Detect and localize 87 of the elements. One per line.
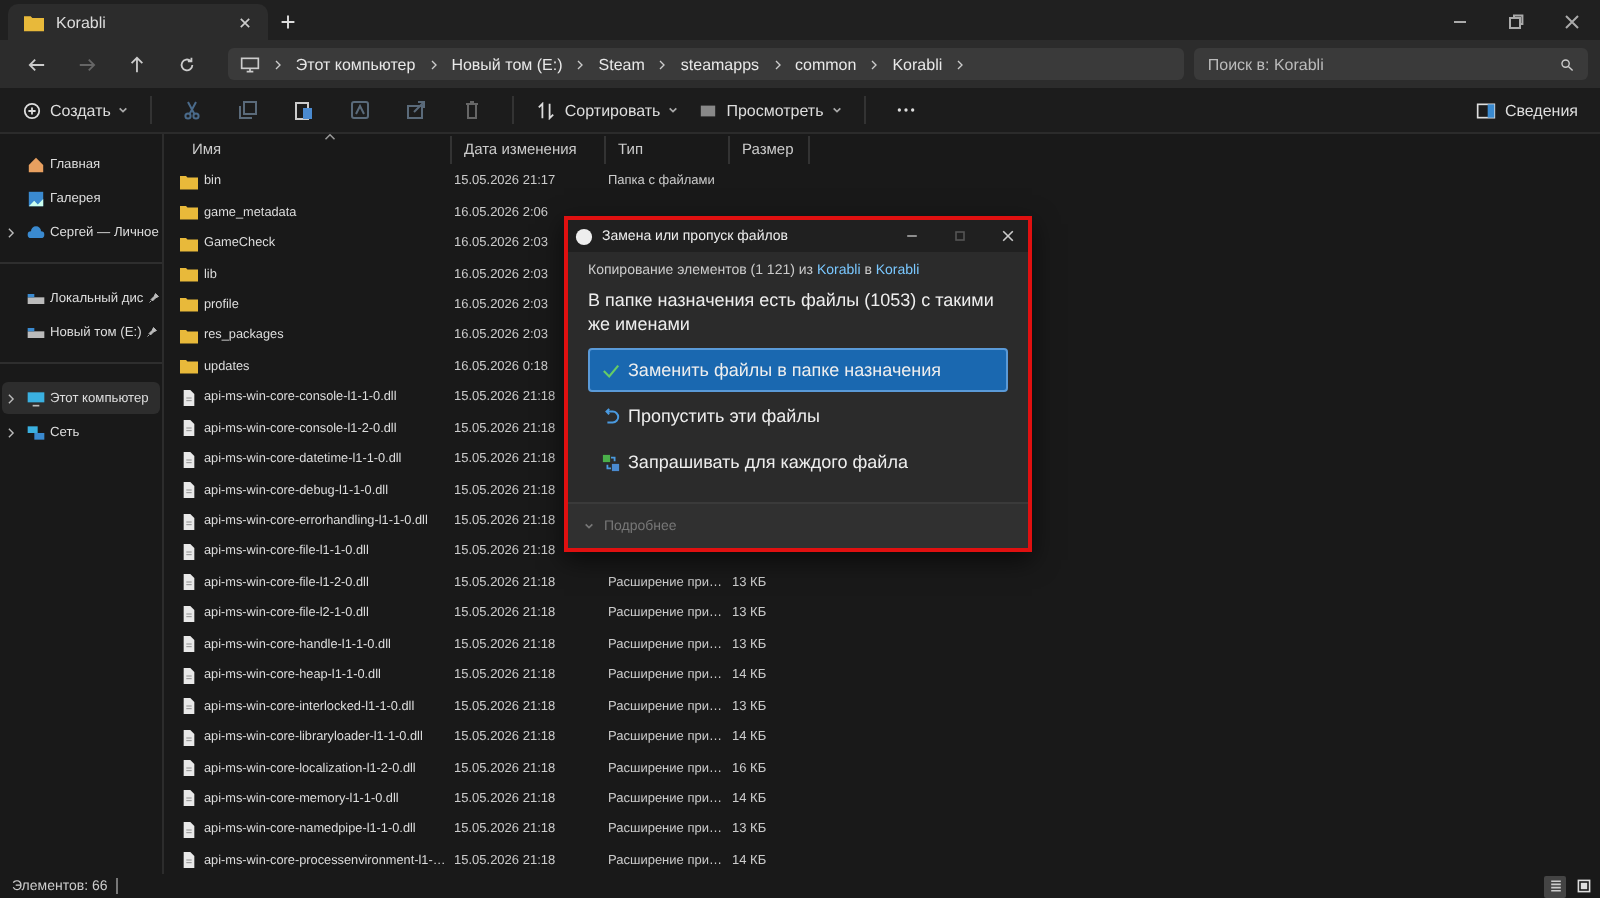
details-view-button[interactable] — [1544, 875, 1566, 897]
details-pane-button[interactable]: Сведения — [1466, 95, 1588, 125]
conflict-option[interactable]: Пропустить эти файлы — [588, 394, 1008, 438]
file-icon — [180, 451, 198, 468]
forward-arrow-icon[interactable] — [77, 55, 96, 73]
breadcrumb-item[interactable]: Steam — [598, 55, 645, 73]
window-tab[interactable]: Korabli — [8, 4, 268, 40]
file-icon — [180, 852, 198, 869]
caret-icon — [831, 106, 842, 114]
file-icon — [180, 790, 198, 807]
monitor-icon — [239, 55, 260, 73]
chevron-icon — [870, 57, 879, 71]
add-tab-icon[interactable] — [280, 14, 296, 30]
list-icon — [1547, 878, 1563, 894]
dialog-app-icon — [574, 227, 594, 245]
breadcrumb-item[interactable]: steamapps — [680, 55, 760, 73]
rename-icon[interactable] — [350, 100, 371, 120]
file-icon — [180, 605, 198, 622]
new-button[interactable]: Создать — [12, 95, 139, 125]
refresh-icon[interactable] — [177, 55, 196, 73]
search-icon — [1560, 57, 1575, 71]
search-field[interactable]: Поиск в: Korabli — [1193, 48, 1589, 80]
chevron-icon[interactable] — [956, 57, 965, 71]
cut-icon[interactable] — [182, 100, 203, 120]
picture-frame-icon — [26, 189, 46, 207]
file-icon — [180, 389, 198, 406]
file-icon — [180, 636, 198, 653]
close-icon[interactable] — [1562, 12, 1582, 32]
file-icon — [180, 513, 198, 530]
conflict-option[interactable]: Заменить файлы в папке назначения — [588, 348, 1008, 392]
file-icon — [180, 574, 198, 591]
expand-chevron-icon[interactable] — [6, 225, 16, 239]
copy-icon[interactable] — [238, 100, 259, 120]
breadcrumb-item[interactable]: common — [795, 55, 857, 73]
list-view-icon — [698, 101, 719, 119]
swap-files-icon — [602, 453, 620, 471]
breadcrumb-item[interactable]: Этот компьютер — [295, 55, 416, 73]
expand-chevron-icon[interactable] — [6, 425, 16, 439]
sort-button[interactable]: Сортировать — [526, 95, 689, 125]
drive-icon — [26, 323, 46, 341]
close-icon[interactable] — [238, 15, 252, 29]
monitor-icon — [26, 389, 46, 407]
restore-icon[interactable] — [1506, 12, 1526, 32]
chevron-icon — [429, 57, 438, 71]
file-icon — [180, 543, 198, 560]
chevron-icon — [584, 522, 594, 530]
tile-icon — [1575, 878, 1591, 894]
panel-icon — [1476, 101, 1497, 119]
expand-chevron-icon[interactable] — [6, 391, 16, 405]
address-bar[interactable]: Этот компьютер Новый том (E:) Steam steamapps common Korabli — [227, 48, 1184, 80]
share-icon[interactable] — [406, 100, 427, 120]
file-icon — [180, 420, 198, 437]
cloud-icon — [26, 223, 46, 241]
file-icon — [180, 760, 198, 777]
pin-icon — [145, 326, 158, 338]
paste-icon[interactable] — [294, 100, 315, 120]
breadcrumb-item[interactable]: Новый том (E:) — [451, 55, 563, 73]
chevron-icon — [273, 57, 282, 71]
file-icon — [180, 729, 198, 746]
checkmark-icon — [602, 361, 620, 379]
view-button[interactable]: Просмотреть — [688, 95, 852, 125]
file-icon — [180, 667, 198, 684]
network-icon — [26, 423, 46, 441]
tiles-view-button[interactable] — [1572, 875, 1594, 897]
conflict-option[interactable]: Запрашивать для каждого файла — [588, 440, 1008, 484]
delete-icon[interactable] — [462, 100, 483, 120]
up-arrow-icon[interactable] — [127, 55, 146, 73]
caret-icon — [668, 106, 679, 114]
breadcrumb-item[interactable]: Korabli — [892, 55, 943, 73]
folder-icon — [24, 13, 44, 31]
sort-arrows-icon — [536, 101, 557, 119]
sort-chevron-icon — [324, 134, 336, 140]
caret-icon — [118, 106, 129, 114]
pin-icon — [147, 292, 160, 304]
house-icon — [26, 155, 46, 173]
conflict-message: В папке назначения есть файлы (1053) с такими же именами — [588, 288, 996, 336]
undo-arrow-icon — [602, 407, 620, 425]
drive-icon — [26, 289, 46, 307]
back-arrow-icon[interactable] — [28, 55, 46, 73]
file-icon — [180, 698, 198, 715]
plus-circle-icon — [22, 101, 42, 119]
chevron-icon — [658, 57, 667, 71]
file-icon — [180, 821, 198, 838]
file-icon — [180, 482, 198, 499]
close-icon[interactable] — [1000, 228, 1016, 244]
chevron-icon — [576, 57, 585, 71]
chevron-icon — [773, 57, 782, 71]
